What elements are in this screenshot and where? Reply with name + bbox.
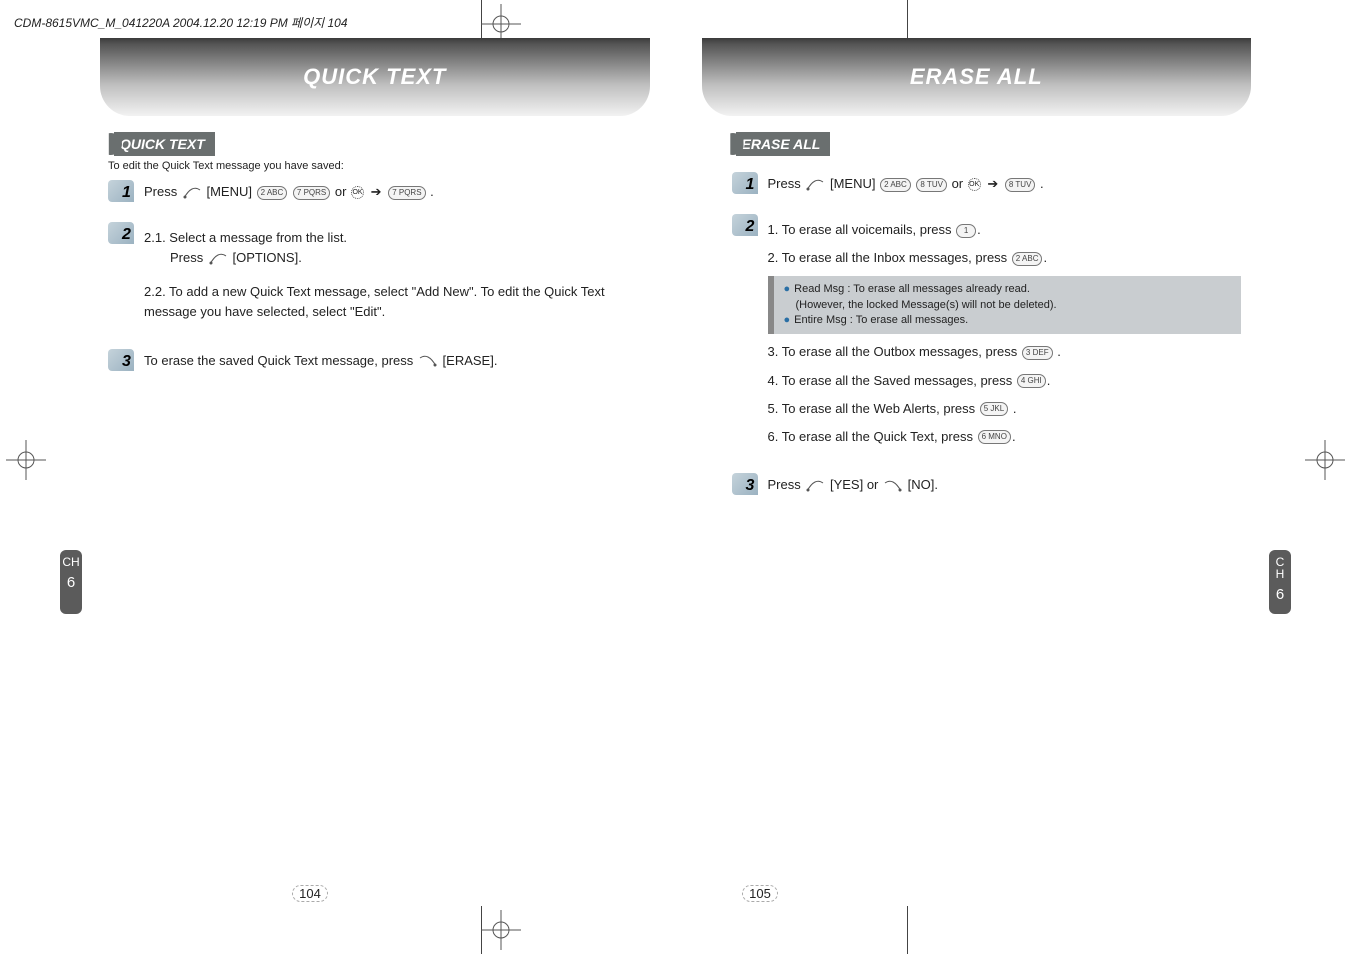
ok-key-icon: OK <box>351 186 364 199</box>
chapter-tab: CH 6 <box>60 550 82 614</box>
page-number: 104 <box>290 885 330 902</box>
step3-text: To erase the saved Quick Text message, p… <box>144 349 636 373</box>
key-3-icon: 3 DEF <box>1022 346 1053 360</box>
key-8-icon: 8 TUV <box>916 178 947 192</box>
soft-key-left-icon <box>805 479 825 493</box>
arrow-right-icon: ➔ <box>371 184 382 199</box>
arrow-right-icon: ➔ <box>987 176 998 191</box>
step3-text: Press [YES] or [NO]. <box>768 473 1242 497</box>
banner-title: ERASE ALL <box>910 64 1043 90</box>
page-number: 105 <box>740 885 780 902</box>
key-2-icon: 2 ABC <box>257 186 288 200</box>
step1-text: Press [MENU] 2 ABC 7 PQRS or OK ➔ 7 PQRS… <box>144 180 636 204</box>
soft-key-right-icon <box>418 354 438 368</box>
intro-text: To edit the Quick Text message you have … <box>108 160 344 172</box>
key-7-icon: 7 PQRS <box>388 186 425 200</box>
key-4-icon: 4 GHI <box>1017 374 1046 388</box>
page-left: QUICK TEXT QUICK TEXT To edit the Quick … <box>0 0 676 954</box>
ok-key-icon: OK <box>968 178 981 191</box>
page-right: ERASE ALL ERASE ALL 1 Press [MENU] 2 ABC… <box>676 0 1351 954</box>
key-1-icon: 1 <box>956 224 976 238</box>
key-2-icon: 2 ABC <box>1012 252 1043 266</box>
step1-text: Press [MENU] 2 ABC 8 TUV or OK ➔ 8 TUV . <box>768 172 1242 196</box>
soft-key-left-icon <box>208 252 228 266</box>
step-number-icon: 3 <box>108 349 138 373</box>
sub-heading-row: QUICK TEXT <box>100 132 215 156</box>
step-number-icon: 1 <box>108 180 138 204</box>
banner-right: ERASE ALL <box>702 38 1252 116</box>
key-7-icon: 7 PQRS <box>293 186 330 200</box>
key-8-icon: 8 TUV <box>1005 178 1036 192</box>
step-number-icon: 3 <box>732 473 762 497</box>
soft-key-left-icon <box>182 186 202 200</box>
sub-heading: ERASE ALL <box>736 132 831 156</box>
step2-text: 2.1. Select a message from the list. Pre… <box>144 222 636 331</box>
soft-key-right-icon <box>883 479 903 493</box>
step2-text: 1. To erase all voicemails, press 1. 2. … <box>768 214 1242 455</box>
key-2-icon: 2 ABC <box>880 178 911 192</box>
sub-heading-row: ERASE ALL <box>722 132 831 156</box>
step-number-icon: 2 <box>732 214 762 238</box>
half-circle-icon <box>100 133 122 155</box>
soft-key-left-icon <box>805 178 825 192</box>
key-5-icon: 5 JKL <box>980 402 1008 416</box>
banner-left: QUICK TEXT <box>100 38 650 116</box>
step-number-icon: 2 <box>108 222 138 246</box>
half-circle-icon <box>722 133 744 155</box>
sub-heading: QUICK TEXT <box>114 132 215 156</box>
step-number-icon: 1 <box>732 172 762 196</box>
note-box: ●Read Msg : To erase all messages alread… <box>768 276 1242 334</box>
banner-title: QUICK TEXT <box>303 64 446 90</box>
key-6-icon: 6 MNO <box>978 430 1011 444</box>
chapter-tab: CH 6 <box>1269 550 1291 614</box>
